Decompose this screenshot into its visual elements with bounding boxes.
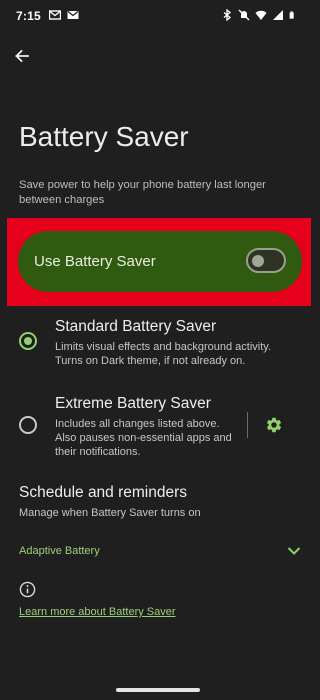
extreme-battery-saver-option[interactable]: Extreme Battery Saver Includes all chang… (0, 393, 315, 461)
arrow-left-icon (15, 49, 29, 63)
bluetooth-icon (223, 9, 232, 21)
wifi-icon (255, 10, 267, 20)
standard-battery-saver-option[interactable]: Standard Battery Saver Limits visual eff… (0, 316, 315, 374)
use-battery-saver-toggle-row[interactable]: Use Battery Saver (18, 231, 302, 292)
signal-icon (273, 10, 283, 20)
adaptive-battery-row[interactable]: Adaptive Battery (0, 538, 315, 564)
standard-radio-button[interactable] (19, 332, 37, 350)
standard-option-title: Standard Battery Saver (55, 318, 217, 335)
status-bar: 7:15 (0, 0, 315, 32)
mute-icon (238, 9, 250, 21)
gmail-icon (49, 10, 61, 20)
extreme-option-title: Extreme Battery Saver (55, 395, 211, 412)
page-title: Battery Saver (19, 121, 189, 152)
extreme-option-description: Includes all changes listed above. Also … (55, 418, 232, 458)
mail-icon (67, 11, 79, 19)
settings-divider (247, 412, 248, 438)
extreme-radio-button[interactable] (19, 416, 37, 434)
schedule-description: Manage when Battery Saver turns on (19, 507, 201, 519)
chevron-down-icon[interactable] (285, 542, 303, 560)
standard-option-description: Limits visual effects and background act… (55, 341, 272, 367)
gesture-nav-handle[interactable] (116, 688, 200, 692)
status-time: 7:15 (16, 9, 41, 23)
back-button[interactable] (10, 44, 34, 68)
learn-more-link[interactable]: Learn more about Battery Saver (19, 606, 176, 618)
status-notification-icons (49, 9, 79, 21)
use-battery-saver-label: Use Battery Saver (34, 253, 156, 270)
page-description: Save power to help your phone battery la… (19, 179, 266, 206)
gear-icon (266, 417, 282, 433)
switch-thumb (252, 254, 264, 267)
extreme-settings-button[interactable] (263, 414, 285, 436)
battery-icon (289, 11, 294, 19)
schedule-title: Schedule and reminders (19, 484, 188, 501)
info-icon (19, 581, 36, 598)
status-system-icons (221, 9, 297, 21)
battery-saver-switch[interactable] (246, 248, 286, 273)
adaptive-battery-label: Adaptive Battery (19, 545, 100, 557)
